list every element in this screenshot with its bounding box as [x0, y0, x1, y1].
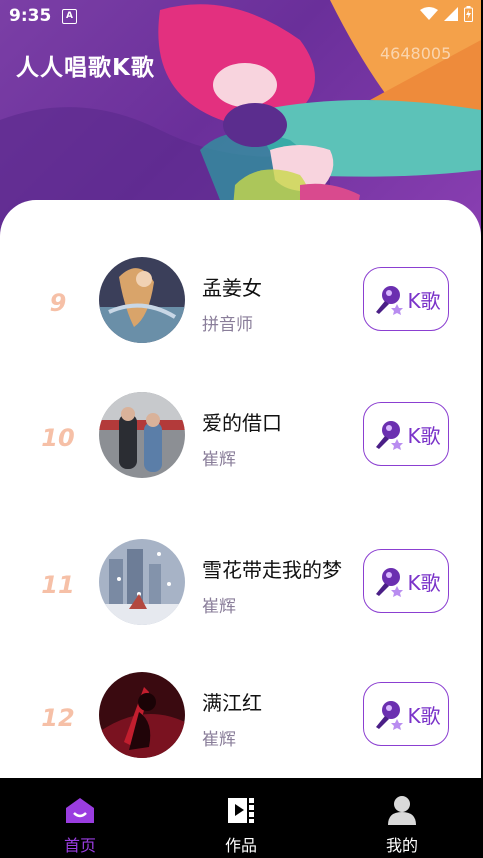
app-screen: 9:35 A 人人唱歌K歌 4648005 9 孟姜女 拼音师 K歌 10 爱的…	[0, 0, 481, 858]
list-item[interactable]: 10 爱的借口 崔辉 K歌	[0, 390, 481, 490]
song-artist: 拼音师	[202, 315, 253, 335]
karaoke-button[interactable]: K歌	[363, 549, 449, 613]
karaoke-button[interactable]: K歌	[363, 682, 449, 746]
song-artist: 崔辉	[202, 450, 236, 470]
karaoke-button[interactable]: K歌	[363, 267, 449, 331]
profile-icon	[388, 796, 416, 825]
song-cover[interactable]	[99, 392, 185, 478]
microphone-icon	[376, 286, 404, 315]
rank-number: 12	[41, 704, 75, 732]
song-artist: 崔辉	[202, 730, 236, 750]
microphone-icon	[376, 568, 404, 597]
wifi-icon	[420, 7, 438, 20]
karaoke-button-label: K歌	[407, 423, 441, 448]
song-title: 孟姜女	[202, 276, 262, 300]
system-icons	[420, 6, 473, 22]
list-item[interactable]: 12 满江红 崔辉 K歌	[0, 670, 481, 770]
song-artist: 崔辉	[202, 597, 236, 617]
tab-profile-label: 我的	[385, 836, 418, 855]
list-item[interactable]: 11 雪花带走我的梦 崔辉 K歌	[0, 537, 481, 637]
works-icon	[228, 798, 254, 823]
status-time: 9:35	[9, 6, 52, 26]
karaoke-button[interactable]: K歌	[363, 402, 449, 466]
rank-number: 10	[41, 424, 75, 452]
tab-home-label: 首页	[63, 836, 96, 855]
app-title: 人人唱歌K歌	[16, 55, 155, 81]
karaoke-button-label: K歌	[407, 288, 441, 313]
tab-works-label: 作品	[224, 836, 257, 855]
home-icon	[66, 798, 94, 823]
rank-number: 9	[49, 289, 67, 317]
status-bar: 9:35 A	[0, 0, 481, 32]
song-cover[interactable]	[99, 672, 185, 758]
song-cover[interactable]	[99, 539, 185, 625]
microphone-icon	[376, 421, 404, 450]
list-item[interactable]: 9 孟姜女 拼音师 K歌	[0, 255, 481, 355]
notification-icon: A	[62, 9, 77, 24]
rank-number: 11	[41, 571, 75, 599]
battery-icon	[464, 6, 473, 22]
song-cover[interactable]	[99, 257, 185, 343]
microphone-icon	[376, 701, 404, 730]
song-list[interactable]: 9 孟姜女 拼音师 K歌 10 爱的借口 崔辉 K歌 11 雪花带走我的梦 崔辉…	[0, 200, 481, 778]
tab-profile[interactable]: 我的	[342, 778, 462, 858]
tab-home[interactable]: 首页	[20, 778, 140, 858]
counter-text: 4648005	[380, 44, 452, 63]
song-title: 爱的借口	[202, 411, 282, 435]
song-title: 满江红	[202, 691, 262, 715]
signal-icon	[444, 7, 458, 21]
karaoke-button-label: K歌	[407, 570, 441, 595]
karaoke-button-label: K歌	[407, 703, 441, 728]
song-title: 雪花带走我的梦	[202, 558, 342, 582]
bottom-tab-bar: 首页 作品 我的	[0, 778, 481, 858]
tab-works[interactable]: 作品	[181, 778, 301, 858]
